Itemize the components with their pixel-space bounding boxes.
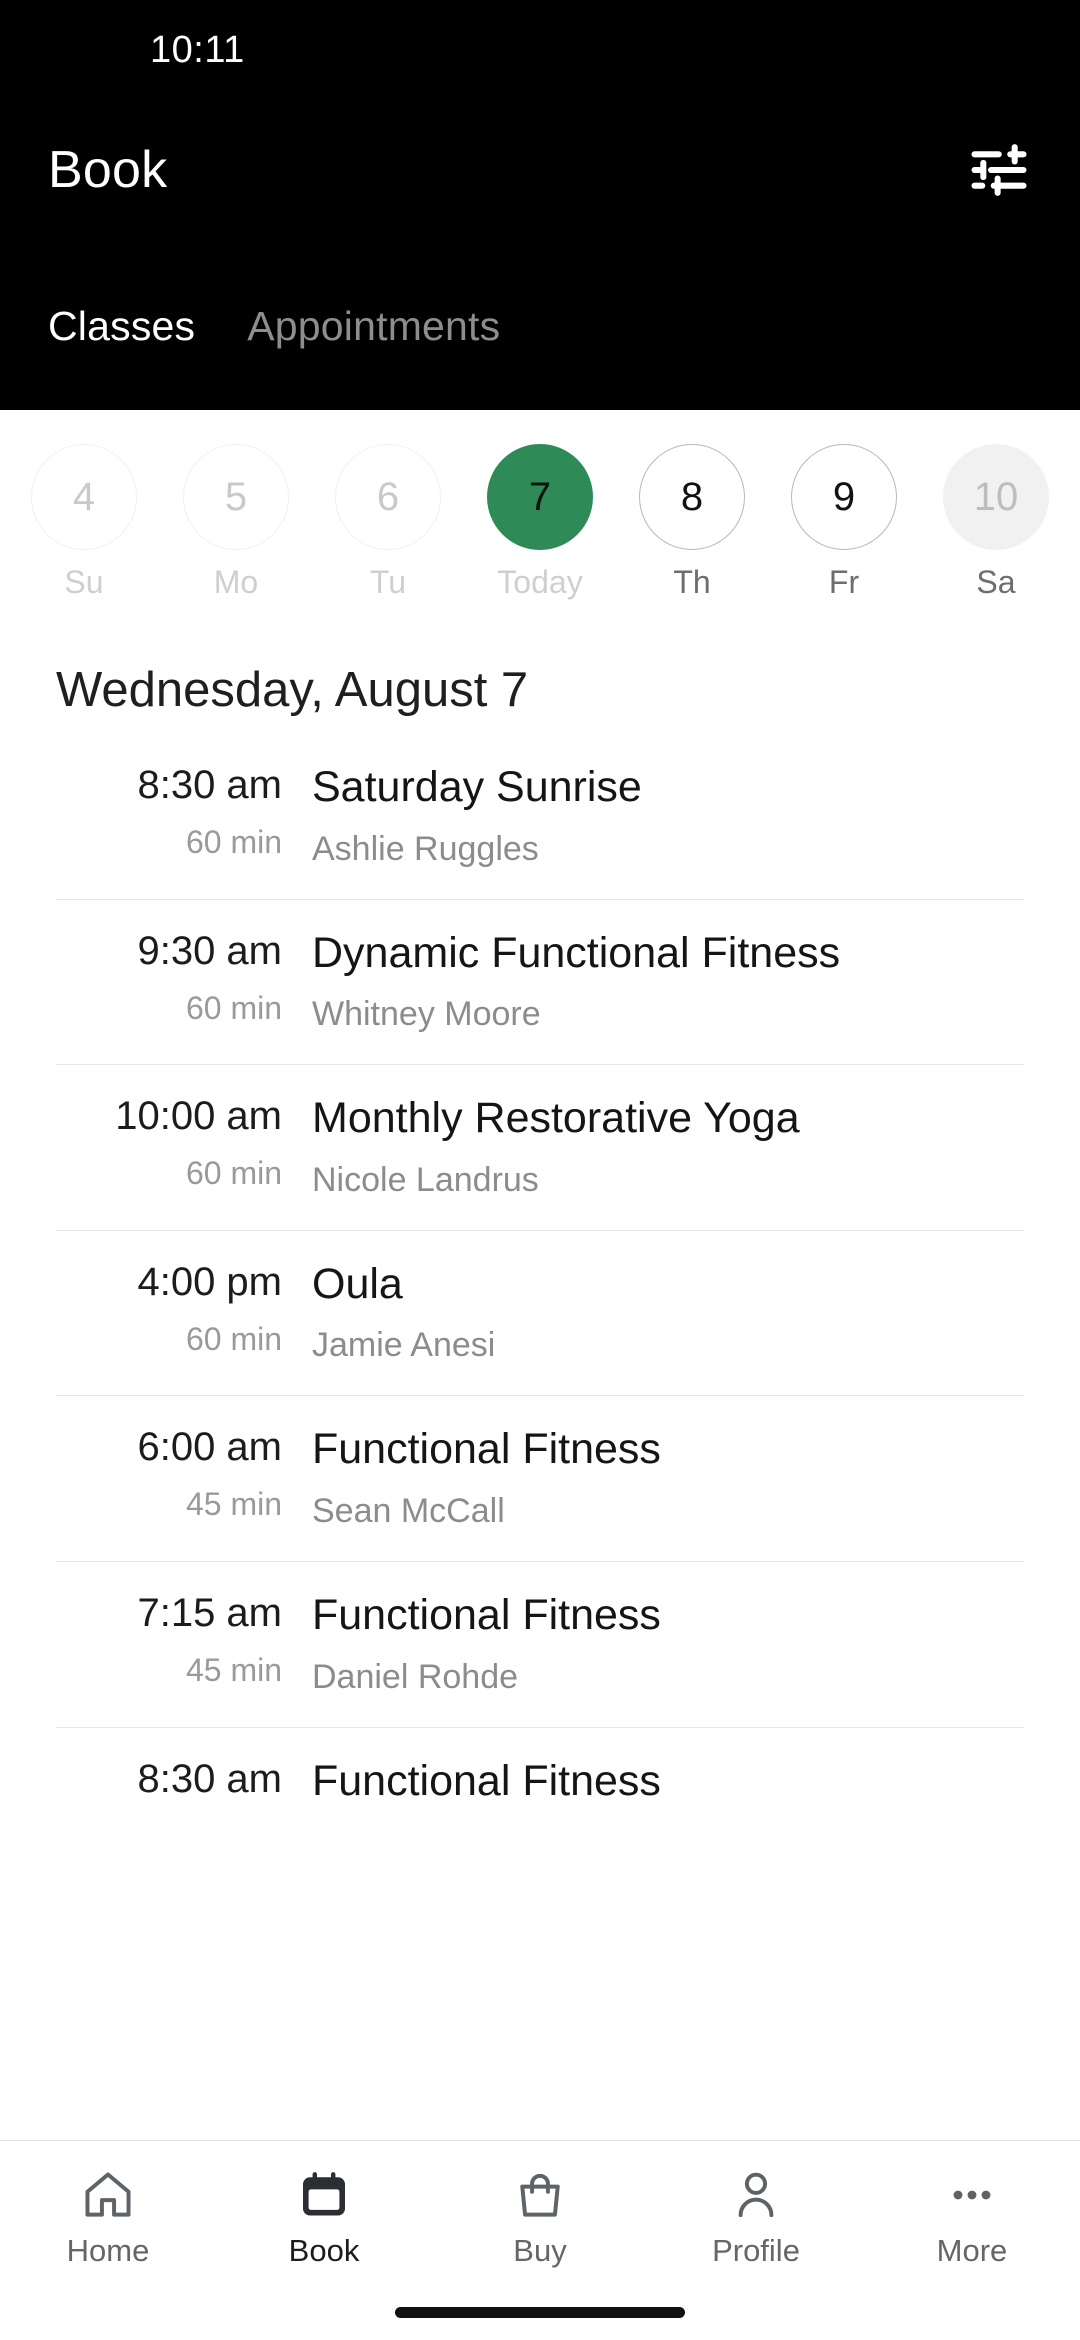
date-cell-9[interactable]: 9 Fr [768, 444, 920, 602]
class-duration: 60 min [185, 989, 282, 1026]
date-number: 9 [791, 444, 897, 550]
date-weekday-label: Sa [976, 564, 1016, 600]
home-icon [85, 2172, 131, 2217]
class-instructor: Ashlie Ruggles [312, 829, 539, 868]
class-time-column: 6:00 am 45 min [56, 1422, 286, 1523]
class-info-column: Saturday Sunrise Ashlie Ruggles [312, 760, 1024, 869]
class-time-column: 8:30 am [56, 1754, 286, 1804]
class-duration: 45 min [185, 1651, 282, 1688]
class-name: Functional Fitness [312, 1425, 661, 1474]
class-instructor: Daniel Rohde [312, 1657, 519, 1696]
nav-item-buy[interactable]: Buy [432, 2167, 648, 2269]
class-name: Monthly Restorative Yoga [312, 1094, 800, 1143]
person-icon [738, 2172, 774, 2218]
date-number: 4 [31, 444, 137, 550]
class-list-item[interactable]: 4:00 pm 60 min Oula Jamie Anesi [56, 1229, 1024, 1396]
tab-appointments[interactable]: Appointments [247, 303, 500, 350]
class-start-time: 4:00 pm [137, 1259, 282, 1304]
class-start-time: 8:30 am [137, 763, 282, 807]
class-info-column: Oula Jamie Anesi [312, 1257, 1024, 1366]
nav-label: Profile [712, 2233, 800, 2268]
bottom-navigation-bar: Home Book Buy Profile More [0, 2140, 1080, 2340]
class-list-item[interactable]: 8:30 am 60 min Saturday Sunrise Ashlie R… [56, 744, 1024, 899]
nav-label: Buy [513, 2233, 567, 2268]
nav-item-more[interactable]: More [864, 2167, 1080, 2269]
class-info-column: Functional Fitness Daniel Rohde [312, 1588, 1024, 1697]
class-name: Oula [312, 1259, 403, 1308]
class-name: Saturday Sunrise [312, 763, 642, 811]
class-instructor: Sean McCall [312, 1491, 505, 1530]
nav-item-book[interactable]: Book [216, 2167, 432, 2269]
section-tabs: Classes Appointments [48, 240, 1032, 380]
date-cell-10[interactable]: 10 Sa [920, 444, 1072, 602]
date-strip[interactable]: 4 Su 5 Mo 6 Tu 7 Today 8 Th 9 Fr 10 Sa [0, 410, 1080, 620]
class-start-time: 9:30 am [137, 928, 282, 973]
date-cell-5[interactable]: 5 Mo [160, 444, 312, 602]
class-start-time: 6:00 am [137, 1425, 282, 1470]
class-duration: 45 min [185, 1486, 282, 1523]
class-info-column: Functional Fitness [312, 1754, 1024, 1808]
class-start-time: 10:00 am [115, 1094, 282, 1139]
date-cell-8[interactable]: 8 Th [616, 444, 768, 602]
ellipsis-icon [953, 2190, 991, 2200]
app-header: Book Classes Appointments [0, 100, 1080, 410]
date-number: 8 [639, 444, 745, 550]
page-title: Book [48, 141, 168, 199]
date-cell-today[interactable]: 7 Today [464, 444, 616, 602]
class-name: Functional Fitness [312, 1756, 661, 1805]
class-info-column: Monthly Restorative Yoga Nicole Landrus [312, 1091, 1024, 1200]
date-number-selected: 7 [487, 444, 593, 550]
selected-day-heading: Wednesday, August 7 [56, 663, 529, 717]
bag-icon [520, 2173, 560, 2217]
filter-button[interactable] [966, 137, 1032, 203]
class-duration: 60 min [185, 1155, 282, 1192]
class-time-column: 10:00 am 60 min [56, 1091, 286, 1192]
class-time-column: 7:15 am 45 min [56, 1588, 286, 1689]
home-indicator [395, 2307, 685, 2318]
class-start-time: 8:30 am [137, 1756, 282, 1801]
class-list: 8:30 am 60 min Saturday Sunrise Ashlie R… [0, 744, 1080, 1837]
date-cell-6[interactable]: 6 Tu [312, 444, 464, 602]
class-list-item[interactable]: 8:30 am Functional Fitness [56, 1726, 1024, 1838]
tab-classes[interactable]: Classes [48, 303, 195, 350]
date-number: 6 [335, 444, 441, 550]
class-time-column: 9:30 am 60 min [56, 926, 286, 1027]
class-time-column: 8:30 am 60 min [56, 760, 286, 861]
class-instructor: Nicole Landrus [312, 1160, 539, 1199]
class-instructor: Jamie Anesi [312, 1326, 496, 1365]
nav-item-home[interactable]: Home [0, 2167, 216, 2269]
date-number: 10 [943, 444, 1049, 550]
nav-label: More [936, 2233, 1008, 2268]
nav-label: Book [288, 2233, 360, 2268]
class-instructor: Whitney Moore [312, 995, 541, 1034]
nav-item-profile[interactable]: Profile [648, 2167, 864, 2269]
status-bar-clock: 10:11 [150, 28, 245, 71]
date-weekday-label: Today [497, 564, 583, 600]
date-weekday-label: Fr [828, 564, 860, 600]
class-list-item[interactable]: 7:15 am 45 min Functional Fitness Daniel… [56, 1560, 1024, 1727]
date-cell-4[interactable]: 4 Su [8, 444, 160, 602]
tune-icon [971, 144, 1027, 196]
class-name: Dynamic Functional Fitness [312, 928, 841, 977]
class-start-time: 7:15 am [137, 1590, 282, 1635]
date-weekday-label: Su [64, 564, 104, 600]
class-info-column: Dynamic Functional Fitness Whitney Moore [312, 926, 1024, 1035]
class-list-item[interactable]: 10:00 am 60 min Monthly Restorative Yoga… [56, 1064, 1024, 1230]
class-time-column: 4:00 pm 60 min [56, 1257, 286, 1358]
class-list-item[interactable]: 9:30 am 60 min Dynamic Functional Fitnes… [56, 898, 1024, 1065]
date-weekday-label: Mo [213, 564, 259, 600]
status-bar: 10:11 [0, 0, 1080, 100]
class-list-item[interactable]: 6:00 am 45 min Functional Fitness Sean M… [56, 1395, 1024, 1561]
calendar-icon [303, 2172, 345, 2216]
date-weekday-label: Th [673, 564, 711, 600]
date-weekday-label: Tu [369, 564, 407, 600]
class-duration: 60 min [185, 1320, 282, 1357]
class-name: Functional Fitness [312, 1590, 661, 1639]
class-duration: 60 min [185, 824, 282, 860]
nav-label: Home [66, 2233, 150, 2268]
date-number: 5 [183, 444, 289, 550]
header-top-row: Book [48, 100, 1032, 240]
class-info-column: Functional Fitness Sean McCall [312, 1422, 1024, 1531]
